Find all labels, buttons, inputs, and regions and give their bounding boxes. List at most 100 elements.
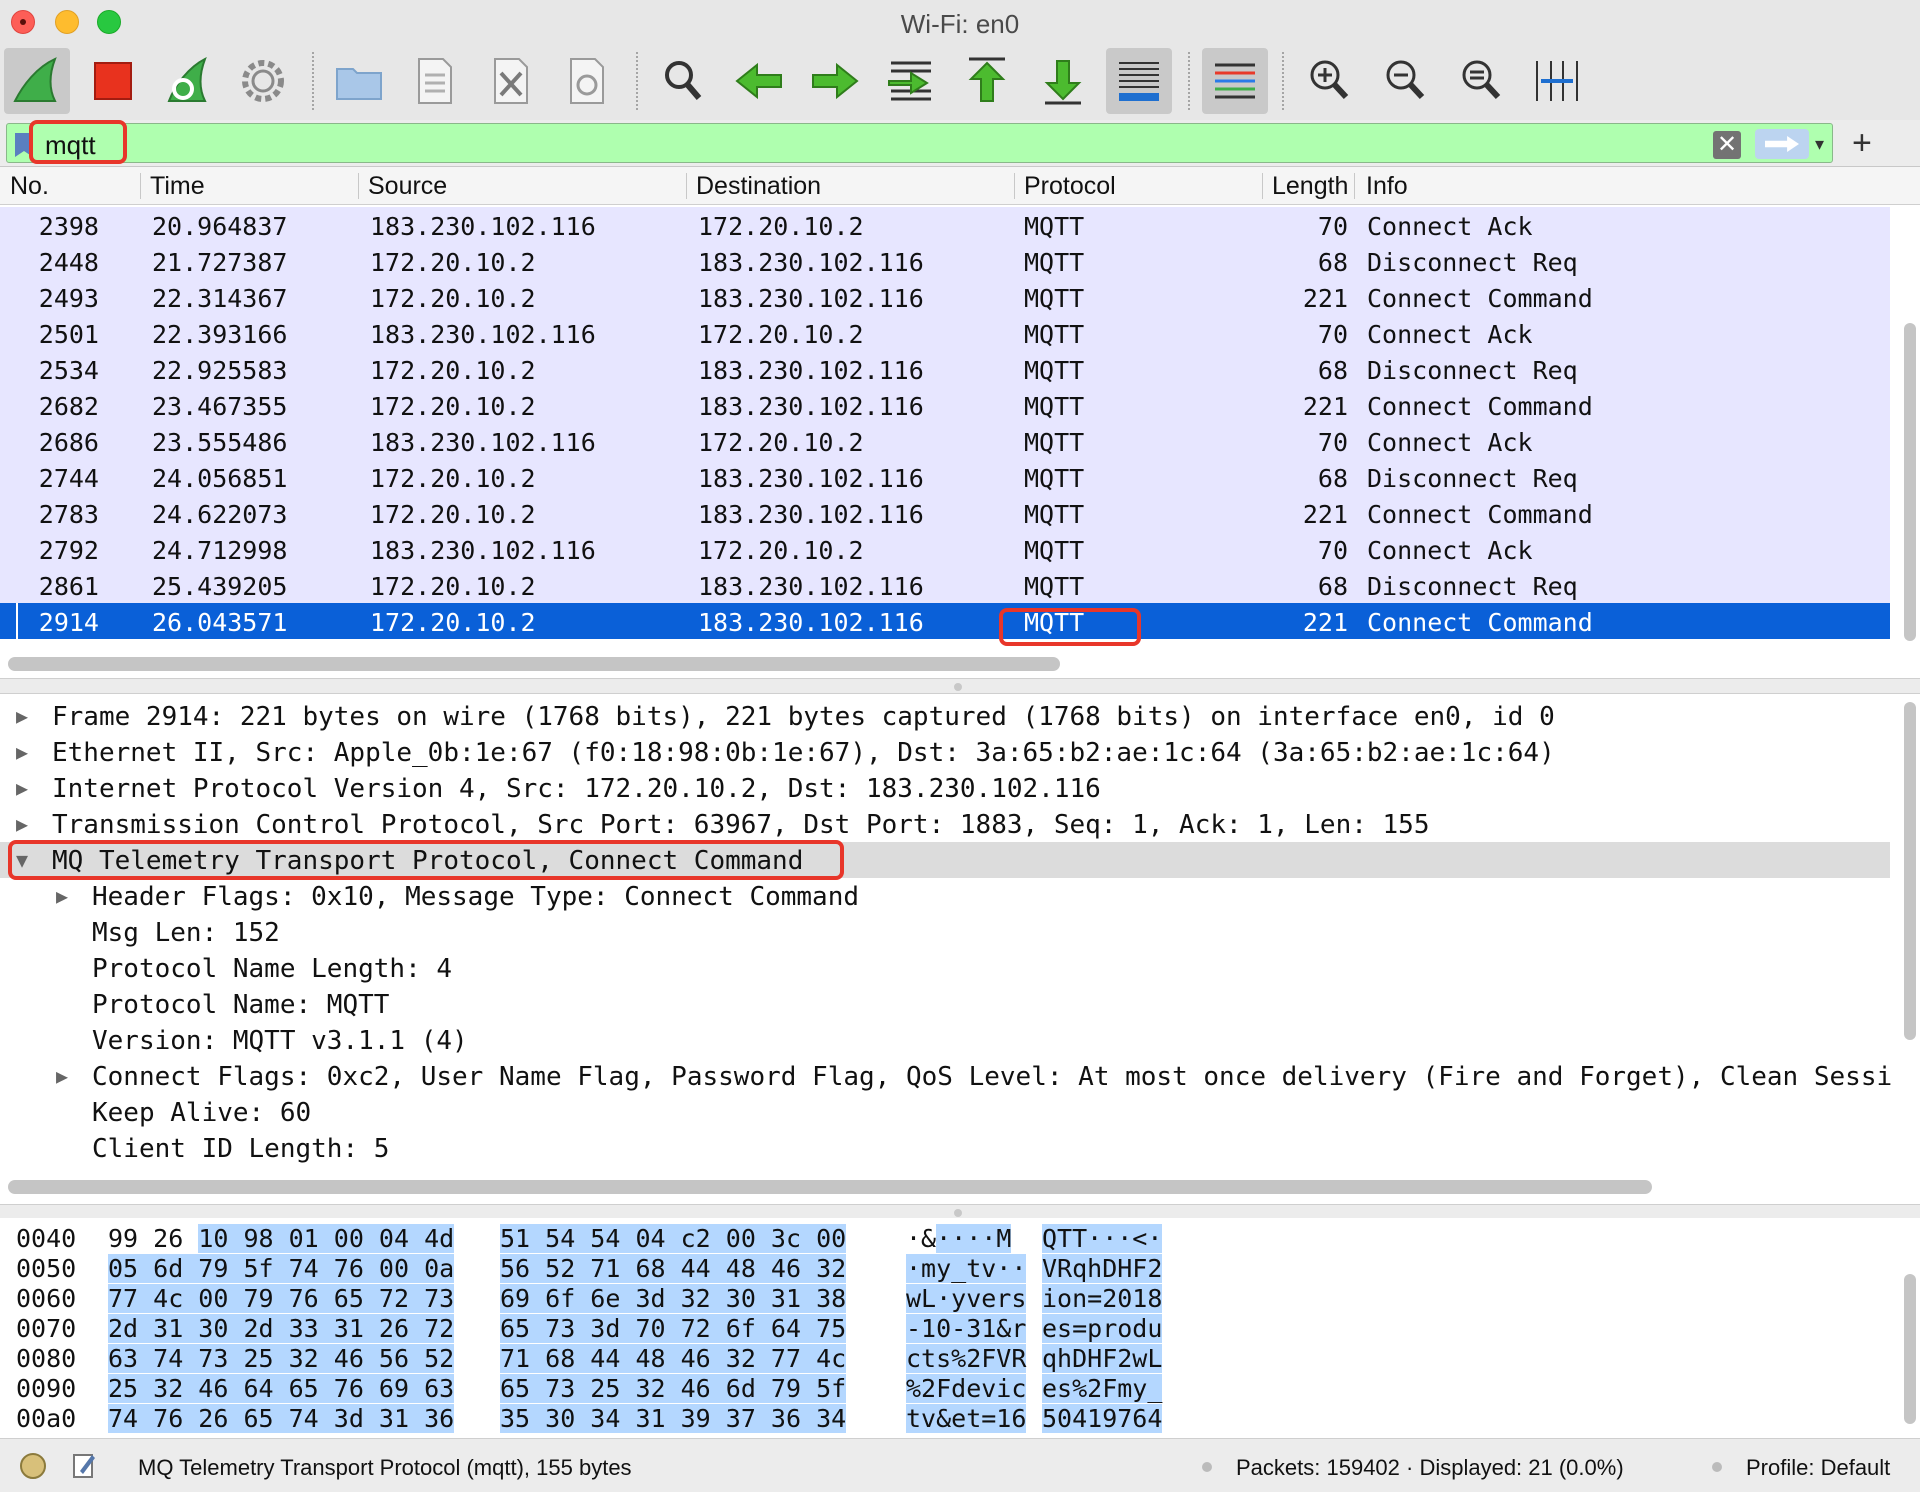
cell-info: Connect Ack <box>1367 212 1533 241</box>
column-header-no[interactable]: No. <box>10 172 49 201</box>
toolbar-separator <box>636 52 638 110</box>
resize-columns-icon <box>1536 61 1578 101</box>
start-capture-button[interactable] <box>4 48 70 114</box>
stop-capture-button[interactable] <box>80 48 146 114</box>
cell-protocol: MQTT <box>1024 608 1085 637</box>
capture-options-button[interactable] <box>230 48 296 114</box>
packet-row[interactable]: 2534 22.925583 172.20.10.2 183.230.102.116 M… <box>0 351 1890 387</box>
find-packet-button[interactable] <box>650 48 716 114</box>
packet-row[interactable]: 2398 20.964837 183.230.102.116 172.20.10.2 M… <box>0 207 1890 243</box>
add-filter-button[interactable]: + <box>1852 124 1872 163</box>
go-back-button[interactable] <box>726 48 792 114</box>
detail-row[interactable]: ▶ Header Flags: 0x10, Message Type: Conne… <box>0 878 1890 914</box>
hex-row[interactable]: 00a0 74 76 26 65 74 3d 31 36 35 30 34 31 3… <box>0 1402 1890 1433</box>
detail-row[interactable]: ▶ Frame 2914: 221 bytes on wire (1768 bit… <box>0 698 1890 734</box>
cell-protocol: MQTT <box>1024 572 1085 601</box>
clear-filter-button[interactable]: ✕ <box>1713 131 1741 159</box>
packet-row[interactable]: 2861 25.439205 172.20.10.2 183.230.102.116 M… <box>0 567 1890 603</box>
hex-row[interactable]: 0080 63 74 73 25 32 46 56 52 71 68 44 48 4… <box>0 1342 1890 1373</box>
detail-text: Header Flags: 0x10, Message Type: Connec… <box>92 882 860 912</box>
detail-row[interactable]: Protocol Name Length: 4 <box>0 950 1890 986</box>
detail-row[interactable]: ▶ Ethernet II, Src: Apple_0b:1e:67 (f0:18… <box>0 734 1890 770</box>
packet-row[interactable]: 2493 22.314367 172.20.10.2 183.230.102.116 M… <box>0 279 1890 315</box>
colorize-button[interactable] <box>1202 48 1268 114</box>
go-first-packet-button[interactable] <box>954 48 1020 114</box>
zoom-in-button[interactable] <box>1296 48 1362 114</box>
display-filter-input[interactable]: mqtt ✕ ▾ <box>6 123 1833 163</box>
bytes-vertical-scrollbar[interactable] <box>1904 1274 1916 1424</box>
detail-row[interactable]: Client ID Length: 5 <box>0 1130 1890 1166</box>
hex-row[interactable]: 0090 25 32 46 64 65 76 69 63 65 73 25 32 4… <box>0 1372 1890 1403</box>
packet-row[interactable]: 2682 23.467355 172.20.10.2 183.230.102.116 M… <box>0 387 1890 423</box>
detail-row[interactable]: Version: MQTT v3.1.1 (4) <box>0 1022 1890 1058</box>
expand-triangle-icon[interactable]: ▶ <box>56 1064 68 1088</box>
cell-length: 221 <box>1302 392 1348 421</box>
zoom-reset-icon <box>1462 60 1501 100</box>
zoom-out-button[interactable] <box>1372 48 1438 114</box>
hex-row[interactable]: 0040 99 26 10 98 01 00 04 4d 51 54 54 04 c… <box>0 1222 1890 1253</box>
column-header-source[interactable]: Source <box>368 172 447 201</box>
expand-triangle-icon[interactable]: ▶ <box>16 704 28 728</box>
detail-row[interactable]: ▶ Connect Flags: 0xc2, User Name Flag, Pa… <box>0 1058 1892 1094</box>
hex-row[interactable]: 0050 05 6d 79 5f 74 76 00 0a 56 52 71 68 4… <box>0 1252 1890 1283</box>
detail-text: Protocol Name: MQTT <box>92 990 390 1020</box>
expand-triangle-icon[interactable]: ▶ <box>16 812 28 836</box>
packet-bytes-pane: 0040 99 26 10 98 01 00 04 4d 51 54 54 04 c… <box>0 1218 1920 1438</box>
packet-row[interactable]: 2686 23.555486 183.230.102.116 172.20.10.2 M… <box>0 423 1890 459</box>
expand-triangle-icon[interactable]: ▶ <box>16 740 28 764</box>
reload-file-button[interactable] <box>554 48 620 114</box>
detail-row[interactable]: ▶ Transmission Control Protocol, Src Port… <box>0 806 1890 842</box>
packet-list-horizontal-scrollbar[interactable] <box>8 657 1060 671</box>
go-to-packet-button[interactable] <box>878 48 944 114</box>
arrow-right-icon <box>812 62 859 100</box>
cell-destination: 172.20.10.2 <box>698 428 864 457</box>
column-header-protocol[interactable]: Protocol <box>1024 172 1116 201</box>
save-file-button[interactable] <box>402 48 468 114</box>
profile-label[interactable]: Profile: Default <box>1746 1455 1890 1481</box>
detail-row[interactable]: Protocol Name: MQTT <box>0 986 1890 1022</box>
details-horizontal-scrollbar[interactable] <box>8 1180 1652 1194</box>
detail-row[interactable]: ▼ MQ Telemetry Transport Protocol, Connec… <box>0 842 1890 878</box>
column-header-time[interactable]: Time <box>150 172 205 201</box>
bookmark-icon[interactable] <box>15 133 33 157</box>
expert-info-led-icon[interactable] <box>20 1453 46 1479</box>
column-header-info[interactable]: Info <box>1366 172 1408 201</box>
ascii-left: cts%2FVR <box>906 1344 1027 1373</box>
column-header-destination[interactable]: Destination <box>696 172 821 201</box>
ascii-selected: ····M <box>936 1224 1012 1253</box>
open-file-button[interactable] <box>326 48 392 114</box>
auto-scroll-button[interactable] <box>1106 48 1172 114</box>
expand-triangle-icon[interactable]: ▶ <box>16 776 28 800</box>
restart-capture-button[interactable] <box>154 48 220 114</box>
capture-comment-icon[interactable] <box>72 1451 96 1479</box>
normal-size-button[interactable] <box>1448 48 1514 114</box>
detail-row[interactable]: ▶ Internet Protocol Version 4, Src: 172.2… <box>0 770 1890 806</box>
go-forward-button[interactable] <box>802 48 868 114</box>
resize-columns-button[interactable] <box>1524 48 1590 114</box>
filter-history-dropdown[interactable]: ▾ <box>1815 134 1824 155</box>
go-last-packet-button[interactable] <box>1030 48 1096 114</box>
collapse-triangle-icon[interactable]: ▼ <box>16 848 28 872</box>
apply-filter-button[interactable] <box>1755 129 1809 159</box>
detail-row[interactable]: Keep Alive: 60 <box>0 1094 1890 1130</box>
packet-row[interactable]: 2448 21.727387 172.20.10.2 183.230.102.116 M… <box>0 243 1890 279</box>
hex-row[interactable]: 0070 2d 31 30 2d 33 31 26 72 65 73 3d 70 7… <box>0 1312 1890 1343</box>
column-header-length[interactable]: Length <box>1272 172 1348 201</box>
cell-source: 172.20.10.2 <box>370 464 536 493</box>
packet-row[interactable]: 2792 24.712998 183.230.102.116 172.20.10.2 M… <box>0 531 1890 567</box>
expand-triangle-icon[interactable]: ▶ <box>56 884 68 908</box>
close-file-button[interactable] <box>478 48 544 114</box>
details-vertical-scrollbar[interactable] <box>1904 702 1916 1040</box>
hex-bytes-left: 63 74 73 25 32 46 56 52 <box>108 1344 455 1373</box>
pane-splitter[interactable] <box>0 678 1920 694</box>
hex-row[interactable]: 0060 77 4c 00 79 76 65 72 73 69 6f 6e 3d 3… <box>0 1282 1890 1313</box>
detail-row[interactable]: Msg Len: 152 <box>0 914 1890 950</box>
packet-row[interactable]: 2501 22.393166 183.230.102.116 172.20.10.2 M… <box>0 315 1890 351</box>
filter-value[interactable]: mqtt <box>45 130 96 161</box>
packet-row[interactable]: 2744 24.056851 172.20.10.2 183.230.102.116 M… <box>0 459 1890 495</box>
packet-row-selected[interactable]: 2914 26.043571 172.20.10.2 183.230.102.116 M… <box>0 603 1890 639</box>
packet-row[interactable]: 2783 24.622073 172.20.10.2 183.230.102.116 M… <box>0 495 1890 531</box>
hex-bytes-selected: 25 32 46 64 65 76 69 63 <box>108 1374 455 1403</box>
cell-no: 2493 <box>38 284 99 313</box>
packet-list-vertical-scrollbar[interactable] <box>1904 323 1916 641</box>
